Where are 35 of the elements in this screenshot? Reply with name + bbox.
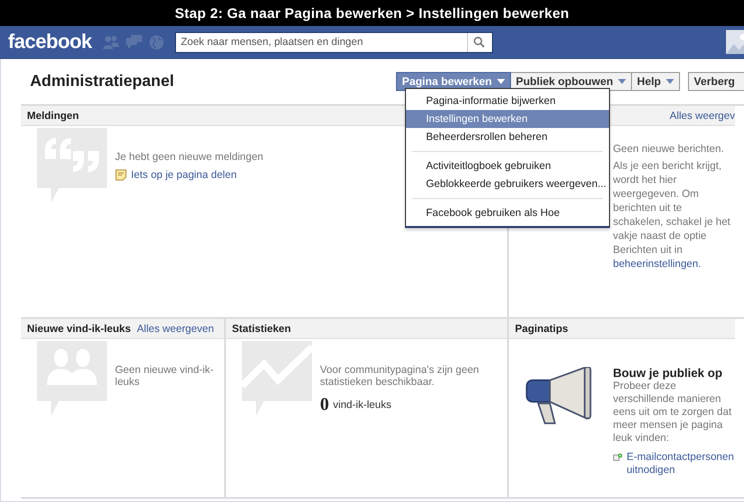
messages-info: Als je een bericht krijgt, wordt het hier weergegeven. Om berichten uit te schakelen, schakel je het vakje naast de optie Berichten uit in beheerinstellingen. — [613, 159, 732, 271]
tip-heading: Bouw je publiek op — [613, 367, 724, 380]
view-all-link[interactable]: Alles weergeven — [136, 322, 214, 334]
menu-item[interactable]: Geblokkeerde gebruikers weergeven... — [406, 175, 609, 193]
like-count-label: vind-ik-leuks — [333, 398, 392, 410]
menu-item[interactable]: Beheerdersrollen beheren — [406, 128, 609, 146]
contact-add-icon — [613, 451, 623, 463]
menu-item[interactable]: Pagina-informatie bijwerken — [406, 92, 609, 110]
menu-item[interactable]: Instellingen bewerken — [406, 110, 609, 128]
tip-text: Probeer deze verschillende manieren eens uit om te zorgen dat meer mensen je pagina leuk vinden: — [613, 380, 732, 445]
friends-icon[interactable] — [102, 35, 119, 49]
menu-item[interactable]: Activiteitlogboek gebruiken — [406, 157, 609, 175]
panel-title: Nieuwe vind-ik-leuks — [27, 322, 131, 334]
share-link[interactable]: Iets op je pagina delen — [131, 169, 237, 181]
note-icon — [115, 169, 127, 181]
globe-icon[interactable] — [148, 34, 164, 50]
view-all-link[interactable]: Alles weergev — [670, 110, 735, 122]
empty-message: Je hebt geen nieuwe meldingen — [115, 151, 264, 163]
invite-link[interactable]: E-mailcontactpersonen uitnodigen — [626, 451, 735, 477]
banner-title: Stap 2: Ga naar Pagina bewerken > Instellingen bewerken — [174, 5, 570, 21]
settings-link[interactable]: beheerinstellingen. — [613, 258, 702, 270]
empty-message: Geen nieuwe berichten. — [613, 143, 725, 155]
logo[interactable]: facebook — [8, 30, 92, 54]
toolbar-button[interactable]: Verberg — [688, 72, 744, 91]
stats-message: Voor communitypagina's zijn geen statistieken beschikbaar. — [320, 364, 480, 388]
like-count: 0 — [320, 394, 329, 415]
toolbar-button[interactable]: Help — [632, 72, 680, 91]
panel-title: Statistieken — [232, 322, 291, 334]
panel-title: Paginatips — [515, 322, 568, 334]
menu-item[interactable]: Facebook gebruiken als Hoe — [406, 204, 609, 222]
messages-icon[interactable] — [126, 35, 142, 49]
panel-title: Meldingen — [27, 110, 79, 122]
empty-message: Geen nieuwe vind-ik-leuks — [115, 364, 215, 388]
megaphone-icon — [525, 367, 593, 425]
page-title: Administratiepanel — [30, 72, 176, 90]
